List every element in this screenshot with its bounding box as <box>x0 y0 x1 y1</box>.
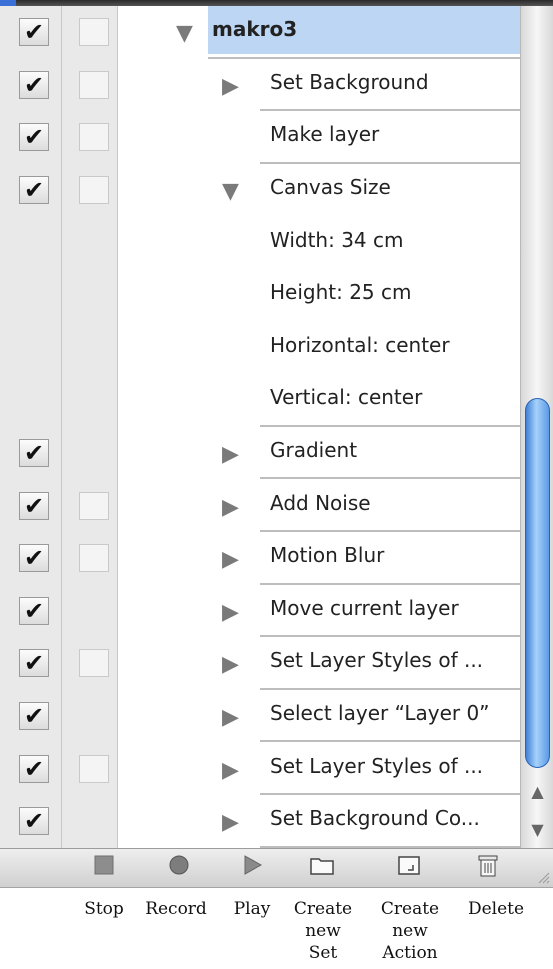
disclosure-collapsed-icon[interactable]: ▶ <box>222 812 239 834</box>
action-label: Make layer <box>270 122 380 147</box>
action-step-row[interactable]: ✔ ▶ Set Layer Styles of ... <box>0 637 520 690</box>
disclosure-collapsed-icon[interactable]: ▶ <box>222 496 239 519</box>
disclosure-collapsed-icon[interactable]: ▶ <box>222 707 239 729</box>
scroll-down-arrow-icon[interactable]: ▼ <box>521 812 553 848</box>
action-detail-row[interactable]: Height: 25 cm <box>0 269 520 322</box>
vertical-scrollbar[interactable]: ▲ ▼ <box>520 6 553 848</box>
record-label: Record <box>145 899 207 919</box>
toggle-checkbox-checked-icon[interactable]: ✔ <box>19 702 49 731</box>
trash-icon <box>478 855 498 877</box>
disclosure-expanded-icon[interactable]: ▼ <box>222 181 239 203</box>
create-new-action-label: Create new Action <box>380 899 440 963</box>
toggle-checkbox-checked-icon[interactable]: ✔ <box>19 596 49 625</box>
action-label: Gradient <box>270 438 358 463</box>
action-detail-row[interactable]: Horizontal: center <box>0 322 520 375</box>
actions-toolbar <box>0 848 553 888</box>
action-label: Set Background Co... <box>270 806 480 831</box>
toggle-checkbox-checked-icon[interactable]: ✔ <box>19 649 49 678</box>
action-label: Height: 25 cm <box>270 280 412 305</box>
action-label: Set Background <box>270 69 429 94</box>
toggle-checkbox-checked-icon[interactable]: ✔ <box>19 807 49 836</box>
action-detail-row[interactable]: Vertical: center <box>0 374 520 427</box>
actions-list: ✔ ▼ makro3 ✔ ▶ Set Background ✔ Make layer ✔ ▼ Can… <box>0 6 520 848</box>
record-circle-icon <box>169 855 189 875</box>
disclosure-collapsed-icon[interactable]: ▶ <box>222 444 239 466</box>
action-label: Move current layer <box>270 595 459 620</box>
dialog-toggle-checkbox[interactable] <box>79 70 109 99</box>
disclosure-collapsed-icon[interactable]: ▶ <box>222 759 239 782</box>
scrollbar-thumb[interactable] <box>525 398 550 768</box>
dialog-toggle-checkbox[interactable] <box>79 176 109 205</box>
delete-button[interactable] <box>468 853 508 885</box>
toggle-checkbox-checked-icon[interactable]: ✔ <box>19 754 49 783</box>
stop-label: Stop <box>84 899 124 919</box>
action-detail-row[interactable]: Width: 34 cm <box>0 216 520 269</box>
action-step-row[interactable]: ✔ ▼ Canvas Size <box>0 164 520 217</box>
action-label: Horizontal: center <box>270 332 450 357</box>
stop-button[interactable] <box>84 853 124 885</box>
new-page-icon <box>398 856 420 875</box>
dialog-toggle-checkbox[interactable] <box>79 123 109 152</box>
dialog-toggle-checkbox[interactable] <box>79 649 109 678</box>
toggle-checkbox-checked-icon[interactable]: ✔ <box>19 439 49 468</box>
disclosure-expanded-icon[interactable]: ▼ <box>176 23 193 45</box>
action-label: makro3 <box>212 17 298 42</box>
folder-icon <box>310 858 334 875</box>
dialog-toggle-checkbox[interactable] <box>79 18 109 47</box>
action-step-row[interactable]: ✔ Make layer <box>0 111 520 164</box>
create-new-set-button[interactable] <box>302 853 342 885</box>
disclosure-collapsed-icon[interactable]: ▶ <box>222 75 239 98</box>
action-label: Vertical: center <box>270 385 423 410</box>
action-step-row[interactable]: ✔ ▶ Move current layer <box>0 585 520 638</box>
scroll-up-arrow-icon[interactable]: ▲ <box>521 774 553 810</box>
action-label: Canvas Size <box>270 175 391 200</box>
action-label: Motion Blur <box>270 543 385 568</box>
action-step-row[interactable]: ✔ ▶ Motion Blur <box>0 532 520 585</box>
create-new-action-button[interactable] <box>389 853 429 885</box>
dialog-toggle-checkbox[interactable] <box>79 491 109 520</box>
play-triangle-icon <box>244 855 263 875</box>
toggle-checkbox-checked-icon[interactable]: ✔ <box>19 70 49 99</box>
dialog-toggle-checkbox[interactable] <box>79 754 109 783</box>
action-label: Select layer “Layer 0” <box>270 701 490 726</box>
record-button[interactable] <box>159 853 199 885</box>
action-step-row[interactable]: ✔ ▶ Gradient <box>0 427 520 480</box>
play-label: Play <box>233 899 271 919</box>
delete-label: Delete <box>467 899 525 919</box>
toggle-checkbox-checked-icon[interactable]: ✔ <box>19 544 49 573</box>
toggle-checkbox-checked-icon[interactable]: ✔ <box>19 176 49 205</box>
disclosure-collapsed-icon[interactable]: ▶ <box>222 654 239 676</box>
action-set-row[interactable]: ✔ ▼ makro3 <box>0 6 520 59</box>
action-label: Set Layer Styles of ... <box>270 648 484 673</box>
action-label: Width: 34 cm <box>270 227 404 252</box>
action-step-row[interactable]: ✔ ▶ Select layer “Layer 0” <box>0 690 520 743</box>
disclosure-collapsed-icon[interactable]: ▶ <box>222 549 239 571</box>
disclosure-collapsed-icon[interactable]: ▶ <box>222 601 239 624</box>
play-button[interactable] <box>232 853 272 885</box>
stop-square-icon <box>94 855 114 875</box>
action-step-row[interactable]: ✔ ▶ Add Noise <box>0 479 520 532</box>
action-label: Add Noise <box>270 490 371 515</box>
action-step-row[interactable]: ✔ ▶ Set Background Co... <box>0 795 520 848</box>
toggle-checkbox-checked-icon[interactable]: ✔ <box>19 491 49 520</box>
action-step-row[interactable]: ✔ ▶ Set Background <box>0 59 520 112</box>
resize-grip-icon[interactable] <box>536 870 550 884</box>
action-label: Set Layer Styles of ... <box>270 753 484 778</box>
create-new-set-label: Create new Set <box>293 899 353 963</box>
toggle-checkbox-checked-icon[interactable]: ✔ <box>19 18 49 47</box>
dialog-toggle-checkbox[interactable] <box>79 544 109 573</box>
toggle-checkbox-checked-icon[interactable]: ✔ <box>19 123 49 152</box>
action-step-row[interactable]: ✔ ▶ Set Layer Styles of ... <box>0 742 520 795</box>
